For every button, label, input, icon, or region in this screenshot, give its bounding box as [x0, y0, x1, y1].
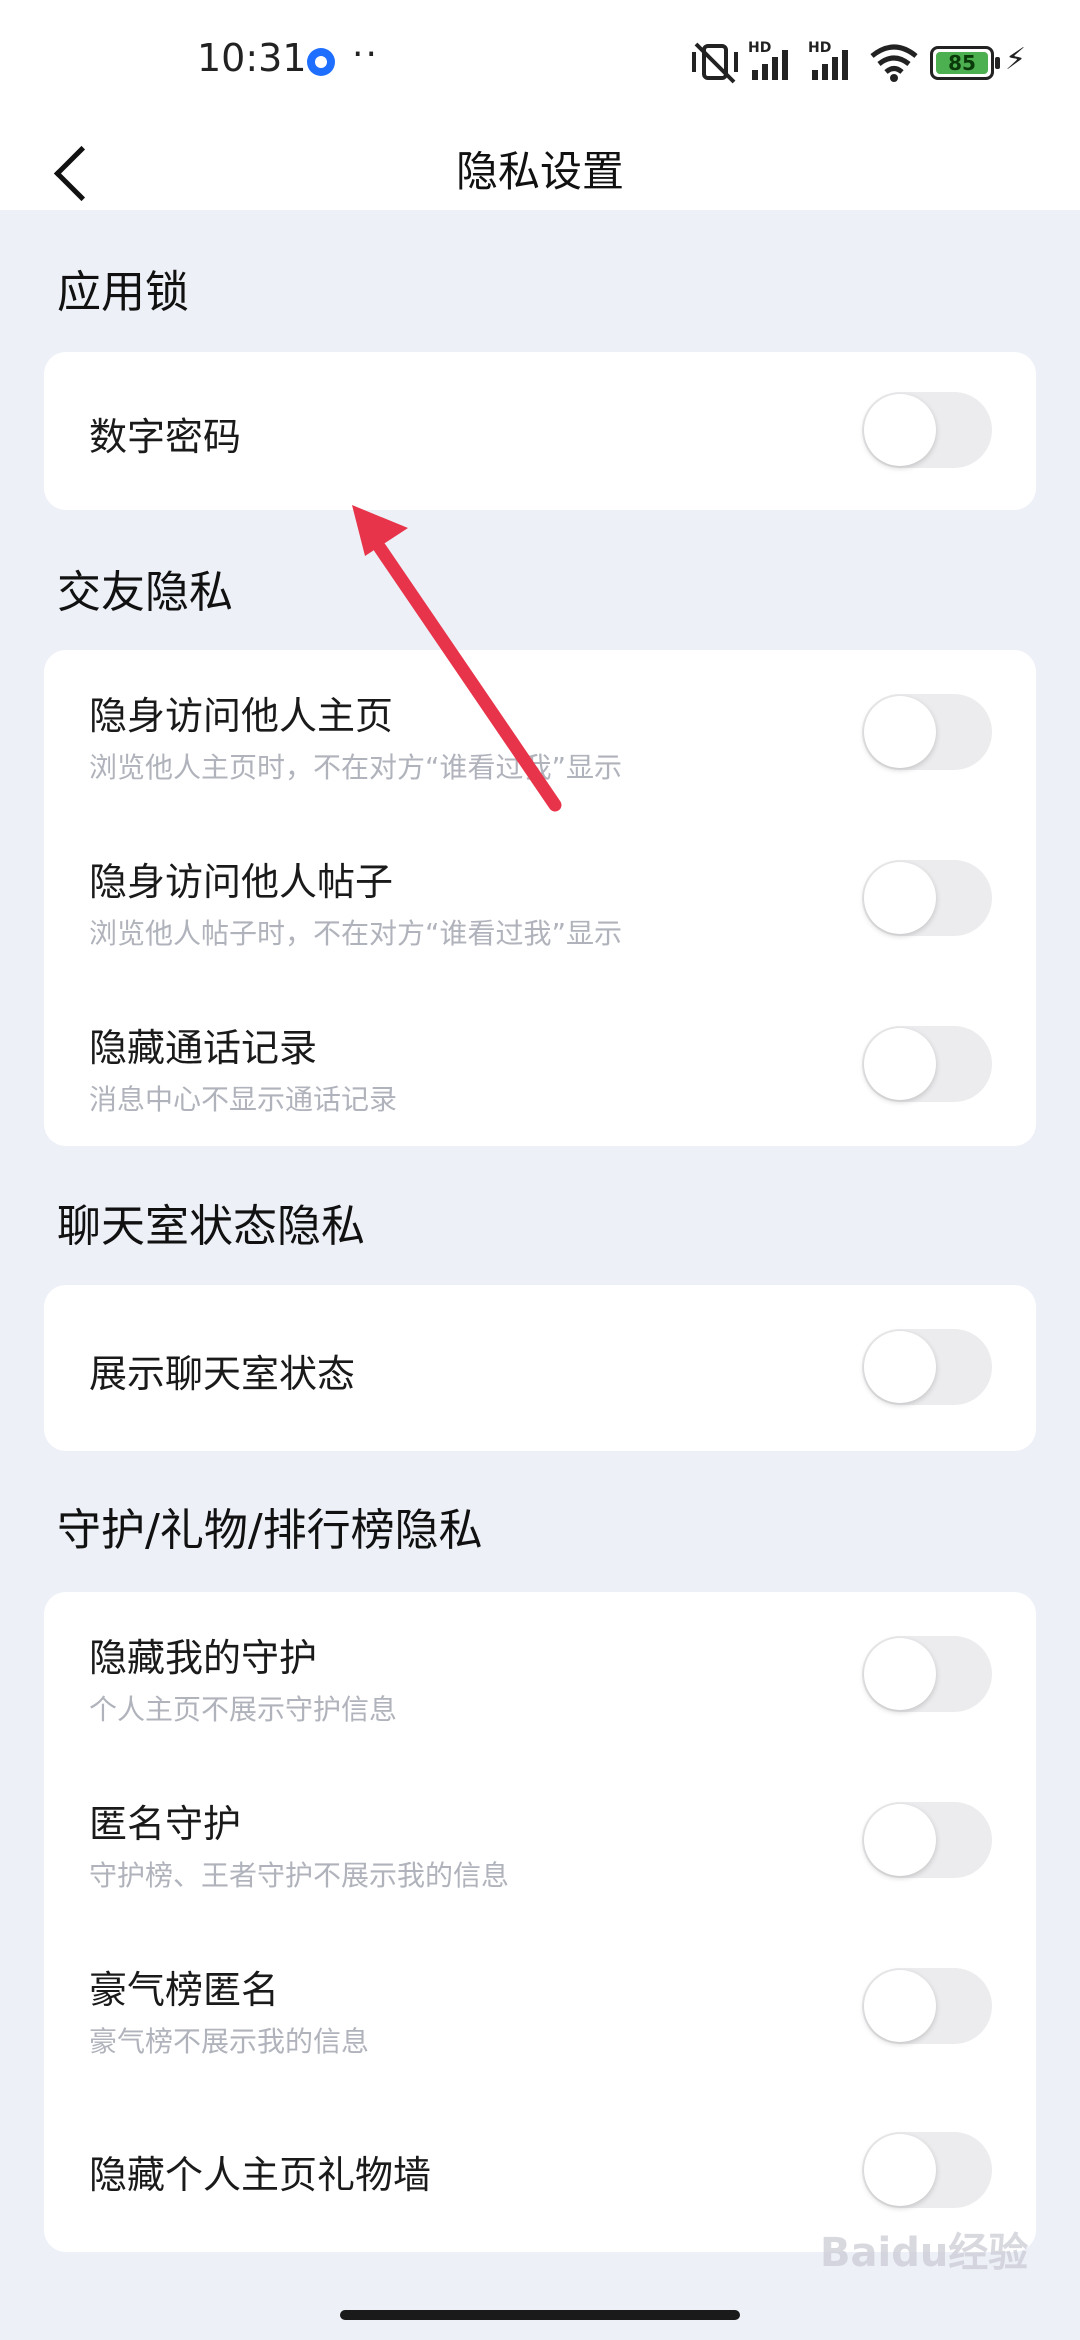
setting-subtitle: 浏览他人主页时，不在对方“谁看过我”显示 — [89, 751, 623, 784]
setting-title: 展示聊天室状态 — [89, 1352, 356, 1396]
setting-subtitle: 消息中心不显示通话记录 — [89, 1083, 398, 1116]
setting-title: 隐身访问他人帖子 — [89, 860, 394, 904]
toggle-knob — [864, 394, 936, 466]
setting-title: 隐藏我的守护 — [89, 1636, 318, 1680]
invisible-post-visit-toggle[interactable] — [862, 860, 992, 936]
setting-row-anonymous-ranking: 豪气榜匿名 豪气榜不展示我的信息 — [44, 1924, 1036, 2090]
setting-row-numeric-password: 数字密码 — [44, 352, 1036, 510]
setting-row-invisible-post-visit: 隐身访问他人帖子 浏览他人帖子时，不在对方“谁看过我”显示 — [44, 816, 1036, 982]
app-lock-card: 数字密码 — [44, 352, 1036, 510]
toggle-knob — [864, 1028, 936, 1100]
battery-level: 85 — [936, 51, 988, 75]
more-notifications-icon: ·· — [352, 34, 379, 75]
setting-row-show-chatroom-status: 展示聊天室状态 — [44, 1285, 1036, 1451]
setting-subtitle: 豪气榜不展示我的信息 — [89, 2025, 370, 2058]
page-title: 隐私设置 — [455, 147, 624, 196]
section-title-app-lock: 应用锁 — [57, 267, 189, 318]
chevron-left-icon — [53, 145, 110, 202]
hide-gift-wall-toggle[interactable] — [862, 2132, 992, 2208]
setting-subtitle: 守护榜、王者守护不展示我的信息 — [89, 1859, 510, 1892]
guard-gift-ranking-card: 隐藏我的守护 个人主页不展示守护信息 匿名守护 守护榜、王者守护不展示我的信息 … — [44, 1592, 1036, 2252]
toggle-knob — [864, 862, 936, 934]
hide-my-guard-toggle[interactable] — [862, 1636, 992, 1712]
baidu-watermark: Baidu经验 — [820, 2230, 1029, 2276]
setting-title: 数字密码 — [89, 415, 242, 459]
setting-title: 隐藏个人主页礼物墙 — [89, 2153, 432, 2197]
setting-row-hide-call-log: 隐藏通话记录 消息中心不显示通话记录 — [44, 982, 1036, 1146]
signal-1-icon — [752, 50, 788, 80]
setting-title: 隐藏通话记录 — [89, 1026, 318, 1070]
vibrate-mute-icon — [692, 42, 738, 84]
charging-icon: ⚡ — [1005, 42, 1027, 77]
notification-app-icon — [307, 48, 335, 76]
social-privacy-card: 隐身访问他人主页 浏览他人主页时，不在对方“谁看过我”显示 隐身访问他人帖子 浏… — [44, 650, 1036, 1146]
setting-row-anonymous-guard: 匿名守护 守护榜、王者守护不展示我的信息 — [44, 1758, 1036, 1924]
wifi-icon — [870, 44, 918, 82]
section-title-guard-gift-ranking: 守护/礼物/排行榜隐私 — [57, 1505, 483, 1556]
toggle-knob — [864, 1804, 936, 1876]
toggle-knob — [864, 1331, 936, 1403]
setting-row-invisible-profile-visit: 隐身访问他人主页 浏览他人主页时，不在对方“谁看过我”显示 — [44, 650, 1036, 816]
setting-title: 豪气榜匿名 — [89, 1968, 280, 2012]
toggle-knob — [864, 696, 936, 768]
toggle-knob — [864, 1638, 936, 1710]
section-title-social-privacy: 交友隐私 — [57, 567, 233, 618]
back-button[interactable] — [40, 130, 120, 210]
signal-2-icon — [812, 50, 848, 80]
toggle-knob — [864, 2134, 936, 2206]
setting-title: 隐身访问他人主页 — [89, 694, 394, 738]
section-title-chatroom-privacy: 聊天室状态隐私 — [57, 1201, 365, 1252]
setting-row-hide-my-guard: 隐藏我的守护 个人主页不展示守护信息 — [44, 1592, 1036, 1758]
chatroom-privacy-card: 展示聊天室状态 — [44, 1285, 1036, 1451]
show-chatroom-status-toggle[interactable] — [862, 1329, 992, 1405]
anonymous-guard-toggle[interactable] — [862, 1802, 992, 1878]
status-bar: 10:31 ·· HD HD 85 ⚡ — [0, 0, 1080, 130]
home-indicator[interactable] — [340, 2310, 740, 2320]
setting-title: 匿名守护 — [89, 1802, 242, 1846]
title-bar: 隐私设置 — [0, 130, 1080, 210]
setting-subtitle: 个人主页不展示守护信息 — [89, 1693, 398, 1726]
status-time: 10:31 — [197, 36, 307, 80]
invisible-profile-visit-toggle[interactable] — [862, 694, 992, 770]
hide-call-log-toggle[interactable] — [862, 1026, 992, 1102]
toggle-knob — [864, 1970, 936, 2042]
setting-subtitle: 浏览他人帖子时，不在对方“谁看过我”显示 — [89, 917, 623, 950]
anonymous-ranking-toggle[interactable] — [862, 1968, 992, 2044]
numeric-password-toggle[interactable] — [862, 392, 992, 468]
battery-icon: 85 — [930, 46, 1000, 80]
